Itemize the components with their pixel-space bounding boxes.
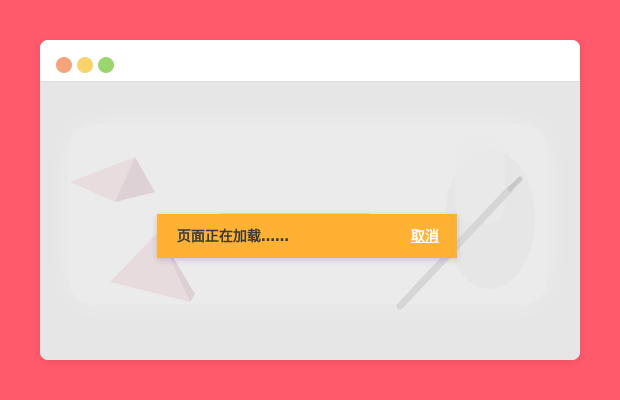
loading-message: 页面正在加载…… bbox=[177, 229, 289, 245]
window-titlebar bbox=[40, 40, 580, 82]
browser-window: 页面正在加载…… 取消 bbox=[40, 40, 580, 360]
cancel-link[interactable]: 取消 bbox=[411, 226, 439, 246]
page-content: 页面正在加载…… 取消 bbox=[40, 82, 580, 360]
paper-plane-icon bbox=[70, 152, 155, 207]
maximize-window-button[interactable] bbox=[98, 57, 114, 73]
close-window-button[interactable] bbox=[56, 57, 72, 73]
loading-toast: 页面正在加载…… 取消 bbox=[157, 214, 457, 258]
minimize-window-button[interactable] bbox=[77, 57, 93, 73]
